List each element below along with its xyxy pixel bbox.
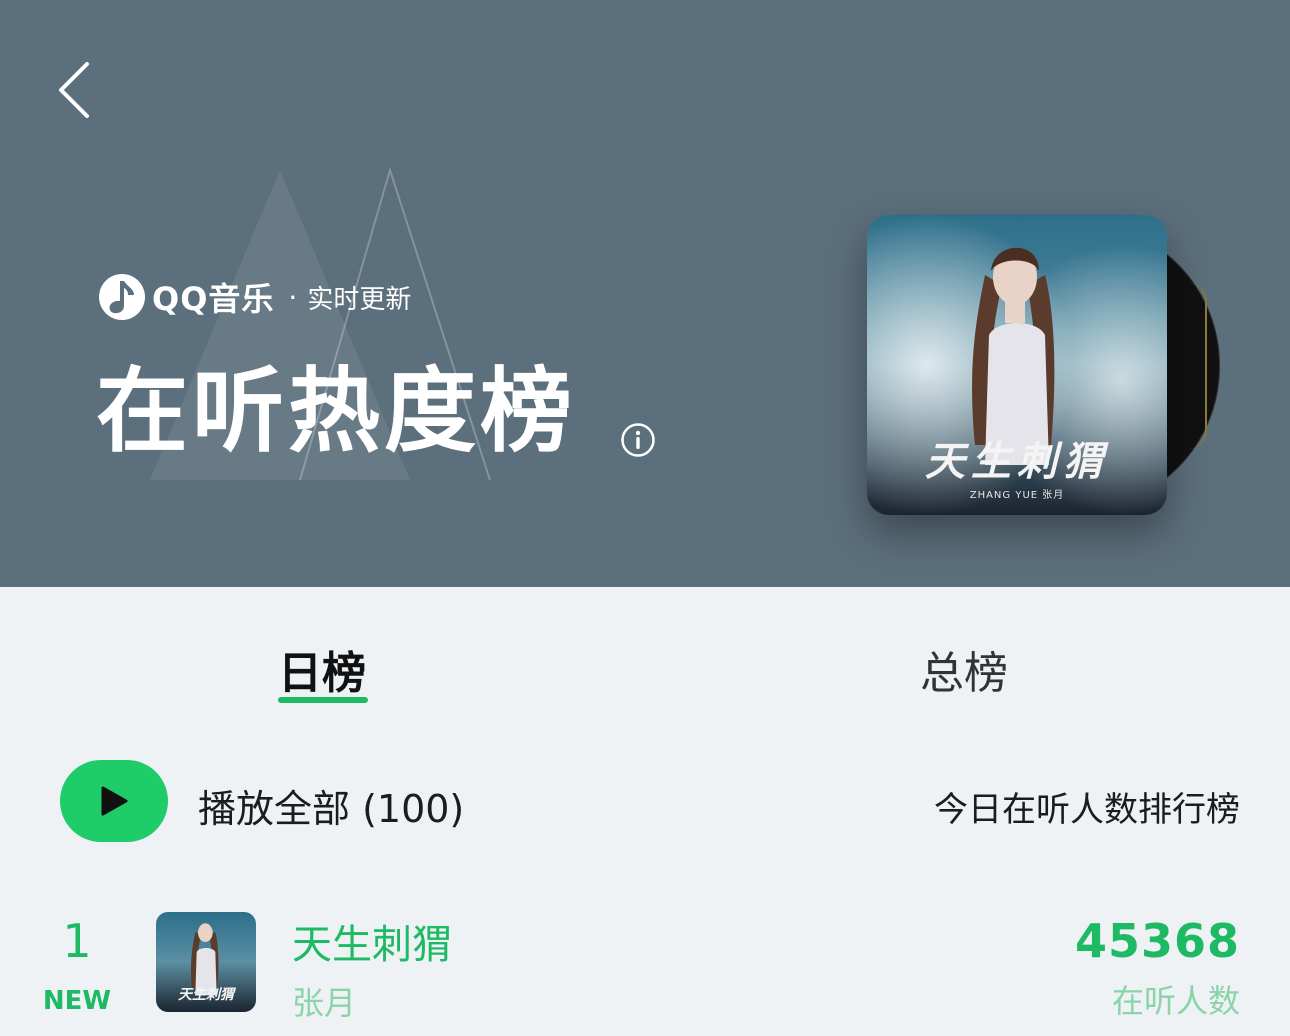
- cover-title: 天生刺猬: [925, 438, 1109, 485]
- rank-number: 1: [62, 914, 92, 968]
- brand-separator: ·: [288, 280, 298, 314]
- listener-count-label: 在听人数: [1111, 982, 1240, 1020]
- play-all-button[interactable]: [60, 760, 168, 842]
- cover-subtitle: ZHANG YUE 张月: [969, 490, 1065, 501]
- thumbnail-title: 天生刺猬: [178, 987, 234, 1003]
- song-artist[interactable]: 张月: [292, 978, 356, 1024]
- page-title: 在听热度榜: [96, 358, 577, 465]
- song-row[interactable]: 1 NEW 天生刺猬 天生刺猬 张月 45368 在听人数: [0, 900, 1290, 1036]
- album-cover[interactable]: 天生刺猬 ZHANG YUE 张月: [867, 215, 1167, 515]
- ranking-description: 今日在听人数排行榜: [934, 790, 1240, 830]
- chart-header: QQ音乐 · 实时更新 在听热度榜 天生刺猬 ZHANG YUE 张月: [0, 0, 1290, 587]
- qq-music-logo-icon: [98, 273, 146, 321]
- play-all-label[interactable]: 播放全部 (100): [198, 778, 464, 833]
- info-icon[interactable]: [620, 422, 656, 458]
- active-tab-indicator: [278, 697, 368, 703]
- tab-bar: 日榜 总榜: [0, 587, 1290, 727]
- tab-overall[interactable]: 总榜: [920, 637, 1008, 701]
- song-title: 天生刺猬: [292, 922, 452, 968]
- brand: QQ音乐 · 实时更新: [98, 272, 411, 322]
- song-thumbnail: 天生刺猬: [156, 912, 256, 1012]
- tab-daily[interactable]: 日榜: [278, 637, 366, 701]
- back-button[interactable]: [40, 52, 110, 128]
- play-all-row: 播放全部 (100) 今日在听人数排行榜: [0, 760, 1290, 844]
- chevron-left-icon: [59, 62, 89, 118]
- brand-name: QQ音乐: [152, 280, 275, 318]
- new-badge: NEW: [42, 986, 112, 1016]
- listener-count: 45368: [1074, 914, 1240, 968]
- play-icon: [101, 786, 128, 816]
- brand-subtitle: 实时更新: [307, 284, 412, 315]
